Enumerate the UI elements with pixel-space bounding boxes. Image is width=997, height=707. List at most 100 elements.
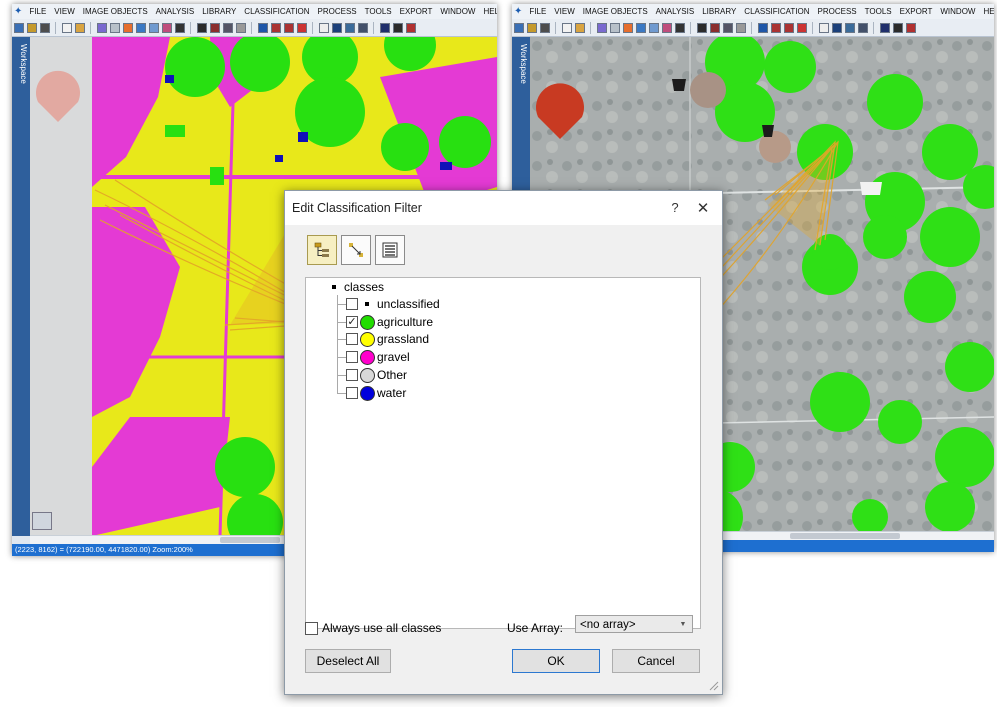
- feature-icon[interactable]: [235, 22, 246, 33]
- four-view-icon[interactable]: [844, 22, 855, 33]
- pointer-icon[interactable]: [674, 22, 685, 33]
- unclassified-checkbox[interactable]: [346, 298, 358, 310]
- hierarchy-view-button[interactable]: [341, 235, 371, 265]
- save-icon[interactable]: [39, 22, 50, 33]
- object-icon[interactable]: [135, 22, 146, 33]
- close-view-icon[interactable]: [796, 22, 807, 33]
- navigation-icon[interactable]: [32, 512, 52, 530]
- menu-help[interactable]: HELP: [479, 7, 497, 16]
- workspace-label[interactable]: Workspace: [14, 44, 28, 84]
- gem-icon[interactable]: [905, 22, 916, 33]
- water-checkbox[interactable]: [346, 387, 358, 399]
- always-use-all-classes-checkbox[interactable]: [305, 621, 318, 635]
- two-view-icon[interactable]: [331, 22, 342, 33]
- tree-root-classes[interactable]: classes: [328, 279, 384, 295]
- close-icon[interactable]: ✕: [696, 199, 710, 217]
- menu-analysis[interactable]: ANALYSIS: [652, 7, 699, 16]
- tree-item-gravel[interactable]: gravel: [346, 349, 410, 365]
- side-view-icon[interactable]: [357, 22, 368, 33]
- folder-icon[interactable]: [26, 22, 37, 33]
- magic-wand-icon[interactable]: [879, 22, 890, 33]
- tree-view-button[interactable]: [307, 235, 337, 265]
- classification-icon[interactable]: [709, 22, 720, 33]
- workspace-icon[interactable]: [96, 22, 107, 33]
- single-view-icon[interactable]: [818, 22, 829, 33]
- cancel-button[interactable]: Cancel: [612, 649, 700, 673]
- image-icon[interactable]: [696, 22, 707, 33]
- tree-item-unclassified[interactable]: unclassified: [346, 296, 440, 312]
- always-use-all-classes[interactable]: Always use all classes: [305, 621, 441, 635]
- menu-tools[interactable]: TOOLS: [361, 7, 396, 16]
- feature-icon[interactable]: [735, 22, 746, 33]
- other-checkbox[interactable]: [346, 369, 358, 381]
- menu-window[interactable]: WINDOW: [436, 7, 479, 16]
- dialog-titlebar[interactable]: Edit Classification Filter ? ✕: [285, 191, 722, 225]
- menu-library[interactable]: LIBRARY: [198, 7, 240, 16]
- open-icon[interactable]: [513, 22, 524, 33]
- resize-grip-icon[interactable]: [707, 679, 719, 691]
- ok-button[interactable]: OK: [512, 649, 600, 673]
- menu-window[interactable]: WINDOW: [936, 7, 979, 16]
- compare-icon[interactable]: [783, 22, 794, 33]
- folder-icon[interactable]: [526, 22, 537, 33]
- tile-view-icon[interactable]: [770, 22, 781, 33]
- split-view-icon[interactable]: [757, 22, 768, 33]
- menu-classification[interactable]: CLASSIFICATION: [740, 7, 813, 16]
- menu-view[interactable]: VIEW: [550, 7, 578, 16]
- open-project-icon[interactable]: [74, 22, 85, 33]
- classification-icon[interactable]: [209, 22, 220, 33]
- gravel-checkbox[interactable]: [346, 351, 358, 363]
- tile-view-icon[interactable]: [270, 22, 281, 33]
- menu-export[interactable]: EXPORT: [396, 7, 437, 16]
- menu-tools[interactable]: TOOLS: [861, 7, 896, 16]
- select-icon[interactable]: [392, 22, 403, 33]
- menu-file[interactable]: FILE: [525, 7, 550, 16]
- pointer-icon[interactable]: [174, 22, 185, 33]
- scroll-thumb[interactable]: [790, 533, 900, 539]
- select-icon[interactable]: [892, 22, 903, 33]
- agriculture-checkbox[interactable]: ✓: [346, 316, 358, 328]
- menu-image-objects[interactable]: IMAGE OBJECTS: [79, 7, 152, 16]
- samples-icon[interactable]: [222, 22, 233, 33]
- magic-wand-icon[interactable]: [379, 22, 390, 33]
- menu-analysis[interactable]: ANALYSIS: [152, 7, 199, 16]
- workspace-label[interactable]: Workspace: [514, 44, 528, 84]
- tree-item-grassland[interactable]: grassland: [346, 331, 429, 347]
- tree-item-agriculture[interactable]: ✓ agriculture: [346, 314, 433, 330]
- workspace-icon[interactable]: [596, 22, 607, 33]
- tree-item-water[interactable]: water: [346, 385, 406, 401]
- menu-process[interactable]: PROCESS: [314, 7, 361, 16]
- open-project-icon[interactable]: [574, 22, 585, 33]
- new-project-icon[interactable]: [561, 22, 572, 33]
- outline-icon[interactable]: [648, 22, 659, 33]
- menu-help[interactable]: HELP: [979, 7, 994, 16]
- layer-icon[interactable]: [109, 22, 120, 33]
- close-view-icon[interactable]: [296, 22, 307, 33]
- help-icon[interactable]: ?: [668, 200, 682, 215]
- class-tree[interactable]: classes unclassified ✓ agriculture grass…: [305, 277, 701, 629]
- menu-process[interactable]: PROCESS: [814, 7, 861, 16]
- layer-icon[interactable]: [609, 22, 620, 33]
- class-view-icon[interactable]: [661, 22, 672, 33]
- outline-icon[interactable]: [148, 22, 159, 33]
- class-view-icon[interactable]: [161, 22, 172, 33]
- four-view-icon[interactable]: [344, 22, 355, 33]
- menu-export[interactable]: EXPORT: [896, 7, 937, 16]
- view-layer-icon[interactable]: [622, 22, 633, 33]
- workspace-strip[interactable]: [12, 37, 30, 536]
- tree-item-other[interactable]: Other: [346, 367, 407, 383]
- new-project-icon[interactable]: [61, 22, 72, 33]
- view-layer-icon[interactable]: [122, 22, 133, 33]
- side-view-icon[interactable]: [857, 22, 868, 33]
- gem-icon[interactable]: [405, 22, 416, 33]
- single-view-icon[interactable]: [318, 22, 329, 33]
- scroll-thumb[interactable]: [220, 537, 280, 543]
- use-array-select[interactable]: <no array> ▼: [575, 615, 693, 633]
- menu-file[interactable]: FILE: [25, 7, 50, 16]
- samples-icon[interactable]: [722, 22, 733, 33]
- open-icon[interactable]: [13, 22, 24, 33]
- menu-image-objects[interactable]: IMAGE OBJECTS: [579, 7, 652, 16]
- list-view-button[interactable]: [375, 235, 405, 265]
- grassland-checkbox[interactable]: [346, 333, 358, 345]
- deselect-all-button[interactable]: Deselect All: [305, 649, 391, 673]
